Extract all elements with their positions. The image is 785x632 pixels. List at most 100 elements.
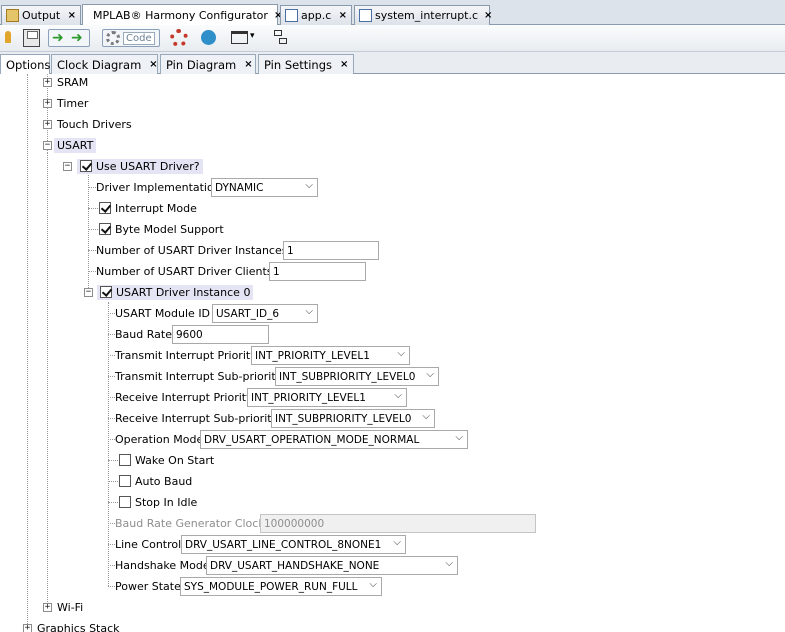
tab-pin-settings[interactable]: Pin Settings × bbox=[258, 54, 354, 74]
num-clients-field[interactable]: 1 bbox=[269, 262, 366, 281]
tree-node-graphics-stack[interactable]: Graphics Stack bbox=[37, 618, 120, 632]
expand-icon[interactable]: + bbox=[43, 120, 52, 129]
tree-guide bbox=[88, 250, 96, 251]
power-state-row: Power State bbox=[115, 579, 181, 593]
rx-subpriority-row: Receive Interrupt Sub-priority bbox=[115, 411, 279, 425]
driver-implementation-row: Driver Implementation bbox=[96, 180, 221, 194]
operation-mode-select[interactable]: DRV_USART_OPERATION_MODE_NORMAL ⌵ bbox=[200, 430, 468, 449]
auto-baud-checkbox[interactable] bbox=[119, 475, 131, 487]
tab-harmony-configurator[interactable]: MPLAB® Harmony Configurator × bbox=[82, 4, 282, 25]
generate-code-button[interactable]: Code bbox=[102, 29, 160, 47]
line-control-select[interactable]: DRV_USART_LINE_CONTROL_8NONE1 ⌵ bbox=[181, 535, 406, 554]
window-dropdown-icon[interactable] bbox=[230, 29, 258, 47]
rx-priority-row: Receive Interrupt Priority bbox=[115, 390, 253, 404]
interrupt-mode-row: Interrupt Mode bbox=[99, 198, 197, 218]
byte-model-support-checkbox[interactable] bbox=[99, 223, 111, 235]
chevron-down-icon: ⌵ bbox=[455, 432, 463, 443]
tab-output[interactable]: Output × bbox=[1, 5, 81, 25]
tree-view-icon[interactable] bbox=[272, 29, 288, 47]
tx-priority-select[interactable]: INT_PRIORITY_LEVEL1 ⌵ bbox=[251, 346, 410, 365]
num-instances-row: Number of USART Driver Instances bbox=[96, 243, 288, 257]
tab-app-c[interactable]: app.c × bbox=[280, 5, 352, 25]
brg-clock-row: Baud Rate Generator Clock bbox=[115, 516, 265, 530]
import-arrow-icon: ➜ bbox=[52, 30, 64, 46]
harmony-icon[interactable] bbox=[200, 29, 218, 47]
chevron-down-icon: ⌵ bbox=[305, 180, 313, 191]
output-icon bbox=[6, 9, 19, 22]
expand-icon[interactable]: + bbox=[43, 99, 52, 108]
tree-guide bbox=[108, 439, 115, 440]
close-icon[interactable]: × bbox=[332, 59, 348, 70]
expand-icon[interactable]: + bbox=[23, 624, 32, 632]
tree-guide bbox=[108, 460, 118, 461]
tree-guide bbox=[108, 397, 115, 398]
tree-node-wifi[interactable]: Wi-Fi bbox=[57, 597, 83, 617]
chevron-down-icon: ⌵ bbox=[426, 369, 434, 380]
tree-node-usart[interactable]: USART bbox=[54, 135, 97, 155]
expand-icon[interactable]: + bbox=[43, 603, 52, 612]
tree-guide bbox=[88, 229, 98, 230]
wake-on-start-checkbox[interactable] bbox=[119, 454, 131, 466]
tree-guide bbox=[108, 334, 115, 335]
tree-node-timer[interactable]: Timer bbox=[57, 93, 88, 113]
module-id-row: USART Module ID bbox=[115, 306, 211, 320]
chevron-down-icon: ⌵ bbox=[393, 537, 401, 548]
use-usart-driver-row: Use USART Driver? bbox=[77, 156, 203, 176]
import-export-button[interactable]: ➜ ➜ bbox=[48, 29, 90, 47]
power-state-select[interactable]: SYS_MODULE_POWER_RUN_FULL ⌵ bbox=[180, 577, 382, 596]
baud-rate-field[interactable]: 9600 bbox=[172, 325, 269, 344]
c-file-icon bbox=[285, 9, 298, 22]
num-instances-field[interactable]: 1 bbox=[283, 241, 379, 260]
tab-clock-diagram[interactable]: Clock Diagram × bbox=[51, 54, 158, 74]
save-icon[interactable] bbox=[23, 29, 40, 47]
collapse-icon[interactable]: − bbox=[63, 162, 72, 171]
tree-node-touch-drivers[interactable]: Touch Drivers bbox=[57, 114, 132, 134]
operation-mode-row: Operation Mode bbox=[115, 432, 204, 446]
close-icon[interactable]: × bbox=[62, 10, 76, 21]
collapse-icon[interactable]: − bbox=[84, 288, 93, 297]
tx-subpriority-select[interactable]: INT_SUBPRIORITY_LEVEL0 ⌵ bbox=[275, 367, 439, 386]
tab-pin-diagram[interactable]: Pin Diagram × bbox=[160, 54, 256, 74]
tab-system-interrupt-c[interactable]: system_interrupt.c × bbox=[354, 5, 492, 25]
close-icon[interactable]: × bbox=[236, 59, 252, 70]
tree-guide bbox=[108, 565, 115, 566]
tree-guide bbox=[108, 544, 115, 545]
collapse-icon[interactable]: − bbox=[43, 141, 52, 150]
toolbar: ➜ ➜ Code bbox=[0, 25, 785, 52]
stop-in-idle-row: Stop In Idle bbox=[119, 492, 197, 512]
driver-implementation-select[interactable]: DYNAMIC ⌵ bbox=[211, 178, 318, 197]
close-icon[interactable]: × bbox=[478, 10, 492, 21]
use-usart-driver-group: Use USART Driver? bbox=[77, 158, 203, 174]
editor-tab-bar: Output × MPLAB® Harmony Configurator × a… bbox=[0, 0, 785, 25]
settings-gear-icon[interactable] bbox=[170, 29, 188, 47]
driver-instance-0-checkbox[interactable] bbox=[100, 286, 112, 298]
rx-priority-select[interactable]: INT_PRIORITY_LEVEL1 ⌵ bbox=[247, 388, 407, 407]
handshake-mode-select[interactable]: DRV_USART_HANDSHAKE_NONE ⌵ bbox=[206, 556, 458, 575]
rx-subpriority-select[interactable]: INT_SUBPRIORITY_LEVEL0 ⌵ bbox=[271, 409, 435, 428]
tab-options[interactable]: Options bbox=[0, 54, 50, 74]
close-icon[interactable]: × bbox=[141, 59, 157, 70]
tx-priority-row: Transmit Interrupt Priority bbox=[115, 348, 257, 362]
chevron-down-icon: ⌵ bbox=[394, 390, 402, 401]
tree-guide bbox=[108, 481, 118, 482]
module-id-select[interactable]: USART_ID_6 ⌵ bbox=[212, 304, 318, 323]
tree-node-sram[interactable]: SRAM bbox=[57, 74, 88, 92]
stop-in-idle-checkbox[interactable] bbox=[119, 496, 131, 508]
interrupt-mode-checkbox[interactable] bbox=[99, 202, 111, 214]
num-clients-row: Number of USART Driver Clients bbox=[96, 264, 273, 278]
bulb-icon[interactable] bbox=[2, 29, 14, 47]
tree-guide bbox=[108, 502, 118, 503]
use-usart-driver-checkbox[interactable] bbox=[80, 160, 92, 172]
chevron-down-icon: ⌵ bbox=[305, 306, 313, 317]
close-icon[interactable]: × bbox=[333, 10, 347, 21]
tx-subpriority-row: Transmit Interrupt Sub-priority bbox=[115, 369, 283, 383]
byte-model-support-row: Byte Model Support bbox=[99, 219, 224, 239]
tree-guide bbox=[108, 376, 115, 377]
expand-icon[interactable]: + bbox=[43, 78, 52, 87]
tree-guide bbox=[47, 153, 48, 608]
panel-tab-bar: Options Clock Diagram × Pin Diagram × Pi… bbox=[0, 52, 785, 74]
options-tree: + SRAM + Timer + Touch Drivers − USART −… bbox=[0, 74, 785, 632]
line-control-row: Line Control bbox=[115, 537, 182, 551]
chevron-down-icon: ⌵ bbox=[397, 348, 405, 359]
gears-icon bbox=[106, 31, 120, 45]
